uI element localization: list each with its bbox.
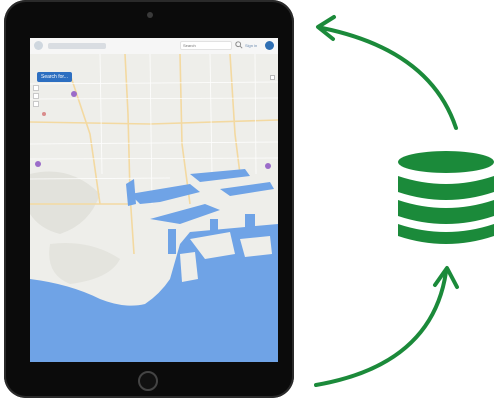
layer-list-button[interactable] xyxy=(270,75,275,80)
home-extent-button[interactable] xyxy=(33,101,39,107)
database-icon xyxy=(398,151,494,244)
tablet-home-button[interactable] xyxy=(138,371,158,391)
search-icon[interactable] xyxy=(235,41,243,49)
search-input[interactable] xyxy=(180,41,232,50)
app-header: Sign in xyxy=(30,38,278,55)
user-avatar-icon[interactable] xyxy=(265,41,274,50)
app-logo-icon xyxy=(34,41,43,50)
zoom-in-button[interactable] xyxy=(33,85,39,91)
app-title xyxy=(48,43,106,49)
tablet-screen: Sign in xyxy=(30,38,278,362)
tablet-device: Sign in xyxy=(4,0,294,398)
map-view[interactable]: Search for... xyxy=(30,54,278,362)
signin-link[interactable]: Sign in xyxy=(245,43,257,48)
bottom-curved-arrow-icon xyxy=(314,270,448,387)
feature-search-button[interactable]: Search for... xyxy=(37,72,72,82)
top-curved-arrow-icon xyxy=(320,26,458,130)
map-canvas[interactable] xyxy=(30,54,278,362)
tablet-camera xyxy=(147,12,153,18)
zoom-out-button[interactable] xyxy=(33,93,39,99)
map-nav-tools xyxy=(33,85,39,109)
